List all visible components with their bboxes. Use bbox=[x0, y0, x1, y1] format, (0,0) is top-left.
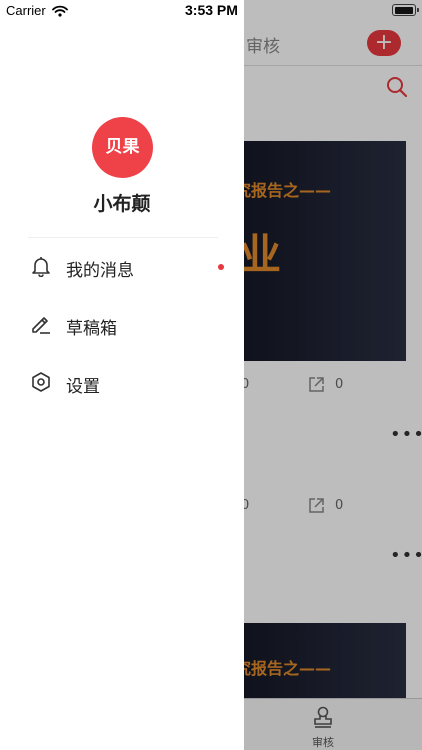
carrier-label: Carrier bbox=[6, 3, 46, 18]
divider bbox=[28, 237, 218, 238]
battery-icon bbox=[392, 4, 419, 16]
pen-icon bbox=[30, 313, 52, 335]
menu-label: 草稿箱 bbox=[66, 319, 117, 339]
side-drawer: 贝果 小布颠 我的消息 草稿箱 设置 bbox=[0, 0, 244, 750]
status-bar: Carrier 3:53 PM bbox=[0, 0, 422, 20]
wifi-icon bbox=[52, 4, 68, 22]
clock: 3:53 PM bbox=[185, 2, 238, 18]
unread-dot bbox=[218, 264, 224, 270]
menu-item-drafts[interactable]: 草稿箱 bbox=[0, 303, 244, 347]
avatar-text: 贝果 bbox=[105, 137, 140, 157]
menu-label: 我的消息 bbox=[66, 261, 134, 281]
avatar[interactable]: 贝果 bbox=[92, 117, 153, 178]
menu-item-messages[interactable]: 我的消息 bbox=[0, 245, 244, 289]
settings-icon bbox=[30, 371, 52, 393]
username: 小布颠 bbox=[93, 193, 151, 215]
menu-label: 设置 bbox=[66, 377, 100, 397]
menu-item-settings[interactable]: 设置 bbox=[0, 361, 244, 405]
bell-icon bbox=[30, 255, 52, 278]
